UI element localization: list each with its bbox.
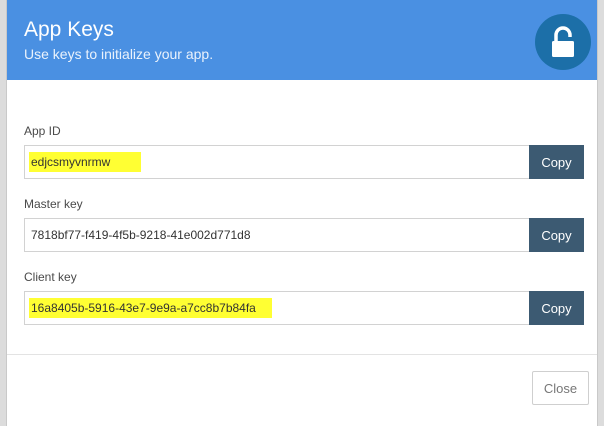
- client-key-label: Client key: [24, 270, 77, 284]
- dialog-header: App Keys Use keys to initialize your app…: [7, 0, 597, 80]
- master-key-row: Copy: [24, 218, 584, 252]
- dialog-title: App Keys: [24, 18, 114, 41]
- close-button[interactable]: Close: [532, 371, 589, 405]
- footer-divider: [7, 354, 597, 355]
- backdrop-right: [598, 0, 604, 426]
- app-id-label: App ID: [24, 124, 61, 138]
- master-key-label: Master key: [24, 197, 83, 211]
- app-id-row: Copy: [24, 145, 584, 179]
- app-keys-dialog: App Keys Use keys to initialize your app…: [6, 0, 598, 426]
- app-id-field[interactable]: [24, 145, 529, 179]
- unlocked-padlock-icon: [535, 14, 591, 70]
- copy-master-key-button[interactable]: Copy: [529, 218, 584, 252]
- copy-client-key-button[interactable]: Copy: [529, 291, 584, 325]
- master-key-field[interactable]: [24, 218, 529, 252]
- copy-app-id-button[interactable]: Copy: [529, 145, 584, 179]
- client-key-row: Copy: [24, 291, 584, 325]
- dialog-subtitle: Use keys to initialize your app.: [24, 46, 214, 62]
- client-key-field[interactable]: [24, 291, 529, 325]
